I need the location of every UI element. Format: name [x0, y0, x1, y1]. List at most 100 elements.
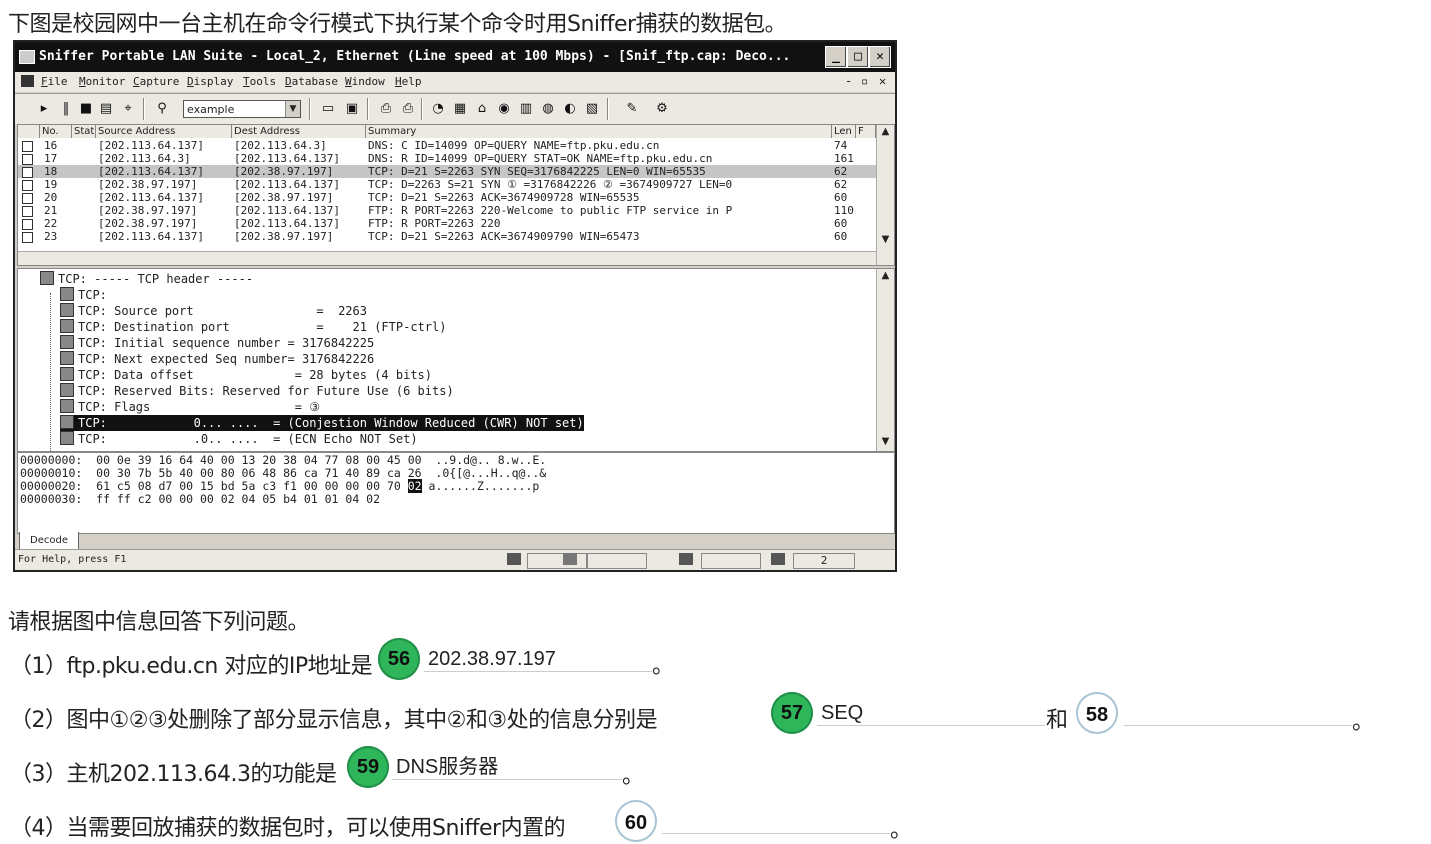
answer-field-60[interactable]	[662, 808, 890, 834]
global-stats-icon[interactable]: ▥	[517, 100, 535, 118]
alarm-icon[interactable]: ◍	[539, 100, 557, 118]
decode-line[interactable]: TCP: Data offset = 28 bytes (4 bits)	[60, 367, 432, 383]
filter-select[interactable]: example ▼	[183, 100, 301, 118]
packet-list-vscroll[interactable]: ▲ ▼	[876, 125, 894, 265]
matrix-icon[interactable]: ▦	[451, 100, 469, 118]
col-stat[interactable]: Stat	[72, 125, 96, 138]
settings-icon[interactable]: ⚙	[653, 100, 671, 118]
scroll-up-icon[interactable]: ▲	[878, 125, 893, 139]
packet-dest: [202.113.64.137]	[234, 204, 340, 217]
menu-help[interactable]: Help	[395, 75, 422, 88]
question-2-end: 。	[1352, 710, 1375, 735]
menu-database[interactable]: Database	[285, 75, 338, 88]
doc-minimize-icon[interactable]: -	[845, 74, 852, 88]
scroll-down-icon[interactable]: ▼	[878, 233, 893, 247]
packet-checkbox[interactable]	[22, 219, 33, 230]
packet-no: 18	[44, 165, 58, 178]
decode-text: TCP: Data offset = 28 bytes (4 bits)	[78, 368, 433, 382]
decode-line[interactable]: TCP: ----- TCP header -----	[40, 271, 253, 287]
packet-checkbox[interactable]	[22, 167, 33, 178]
host-table-icon[interactable]: ⌂	[473, 100, 491, 118]
packet-node-icon	[60, 303, 74, 317]
packet-no: 19	[44, 178, 58, 191]
packet-list-hscroll[interactable]	[18, 251, 876, 265]
expert-icon[interactable]: ✎	[623, 100, 641, 118]
col-no[interactable]: No.	[40, 125, 72, 138]
packet-row[interactable]: 23 [202.113.64.137] [202.38.97.197] TCP: D=…	[18, 230, 876, 243]
col-flags[interactable]: F	[856, 125, 876, 138]
packet-row[interactable]: 19 [202.38.97.197] [202.113.64.137] TCP: D=…	[18, 178, 876, 191]
packet-checkbox[interactable]	[22, 193, 33, 204]
decode-line[interactable]: TCP: Reserved Bits: Reserved for Future …	[60, 383, 454, 399]
packet-dest: [202.113.64.137]	[234, 217, 340, 230]
history-icon[interactable]: ◐	[561, 100, 579, 118]
maximize-icon[interactable]: □	[847, 46, 869, 68]
open-file-icon[interactable]: ▭	[319, 100, 337, 118]
protocol-icon[interactable]: ◉	[495, 100, 513, 118]
packet-checkbox[interactable]	[22, 154, 33, 165]
intro-text: 下图是校园网中一台主机在命令行模式下执行某个命令时用Sniffer捕获的数据包。	[8, 12, 787, 37]
packet-row[interactable]: 17 [202.113.64.3] [202.113.64.137] DNS: R I…	[18, 152, 876, 165]
decode-line[interactable]: TCP: Destination port = 21 (FTP-ctrl)	[60, 319, 446, 335]
col-dest[interactable]: Dest Address	[232, 125, 366, 138]
chevron-down-icon[interactable]: ▼	[285, 101, 300, 117]
start-capture-icon[interactable]: ▸	[35, 100, 53, 118]
menu-tools[interactable]: Tools	[243, 75, 276, 88]
packet-row[interactable]: 21 [202.38.97.197] [202.113.64.137] FTP: R …	[18, 204, 876, 217]
binoculars-icon[interactable]: ⌖	[119, 100, 137, 118]
close-icon[interactable]: ✕	[869, 46, 891, 68]
packet-checkbox[interactable]	[22, 180, 33, 191]
doc-restore-icon[interactable]: ▫	[861, 74, 868, 88]
stop-display-icon[interactable]: ▤	[97, 100, 115, 118]
decode-line[interactable]: TCP:	[60, 287, 107, 303]
filter-icon[interactable]: ⚲	[153, 100, 171, 118]
document-icon	[21, 75, 34, 87]
question-2-and: 和	[1046, 708, 1068, 733]
menu-display[interactable]: Display	[187, 75, 233, 88]
minimize-icon[interactable]: _	[825, 46, 847, 68]
packet-summary: FTP: R PORT=2263 220-Welcome to public F…	[368, 204, 733, 217]
packet-row[interactable]: 20 [202.113.64.137] [202.38.97.197] TCP: D=…	[18, 191, 876, 204]
scroll-down-icon[interactable]: ▼	[878, 435, 893, 449]
decode-line[interactable]: TCP: Initial sequence number = 317684222…	[60, 335, 374, 351]
pause-icon[interactable]: ‖	[57, 100, 75, 118]
decode-vscroll[interactable]: ▲ ▼	[876, 269, 894, 451]
print-icon[interactable]: ⎙	[377, 100, 395, 118]
packet-checkbox[interactable]	[22, 232, 33, 243]
packet-row[interactable]: 18 [202.113.64.137] [202.38.97.197] TCP: D=…	[18, 165, 876, 178]
answer-field-57[interactable]: SEQ	[817, 700, 1045, 726]
alarm-status-icon	[771, 553, 785, 565]
col-source[interactable]: Source Address	[96, 125, 232, 138]
decode-line[interactable]: TCP: 0... .... = (Conjestion Window Redu…	[60, 415, 584, 431]
scroll-up-icon[interactable]: ▲	[878, 269, 893, 283]
packet-row[interactable]: 22 [202.38.97.197] [202.113.64.137] FTP: R …	[18, 217, 876, 230]
dashboard-icon[interactable]: ◔	[429, 100, 447, 118]
doc-close-icon[interactable]: ✕	[879, 74, 886, 88]
decode-line[interactable]: TCP: Source port = 2263	[60, 303, 367, 319]
print-preview-icon[interactable]: ⎙	[399, 100, 417, 118]
menu-window[interactable]: Window	[345, 75, 385, 88]
expert-status-icon	[679, 553, 693, 565]
decode-line[interactable]: TCP: .0.. .... = (ECN Echo NOT Set)	[60, 431, 418, 447]
stop-icon[interactable]: ■	[77, 100, 95, 118]
answer-field-59[interactable]: DNS服务器	[392, 754, 622, 780]
hex-post: a......Z.......p	[421, 479, 540, 493]
packet-checkbox[interactable]	[22, 141, 33, 152]
answer-field-56[interactable]: 202.38.97.197	[424, 646, 652, 672]
col-len[interactable]: Len (B)	[832, 125, 856, 138]
question-2-text: （2）图中①②③处删除了部分显示信息，其中②和③处的信息分别是	[10, 708, 658, 733]
toolbar-separator	[607, 98, 609, 120]
menu-capture[interactable]: Capture	[133, 75, 179, 88]
save-icon[interactable]: ▣	[343, 100, 361, 118]
packet-row[interactable]: 16 [202.113.64.137] [202.113.64.3] DNS: C I…	[18, 139, 876, 152]
decode-line[interactable]: TCP: Next expected Seq number= 317684222…	[60, 351, 374, 367]
packet-checkbox[interactable]	[22, 206, 33, 217]
app-response-icon[interactable]: ▧	[583, 100, 601, 118]
menu-monitor[interactable]: Monitor	[79, 75, 125, 88]
packet-list-header: No. Stat Source Address Dest Address Sum…	[18, 125, 894, 138]
answer-field-58[interactable]	[1124, 700, 1352, 726]
col-summary[interactable]: Summary	[366, 125, 832, 138]
decode-line[interactable]: TCP: Flags = ③	[60, 399, 320, 415]
packet-no: 17	[44, 152, 58, 165]
menu-file[interactable]: File	[41, 75, 68, 88]
